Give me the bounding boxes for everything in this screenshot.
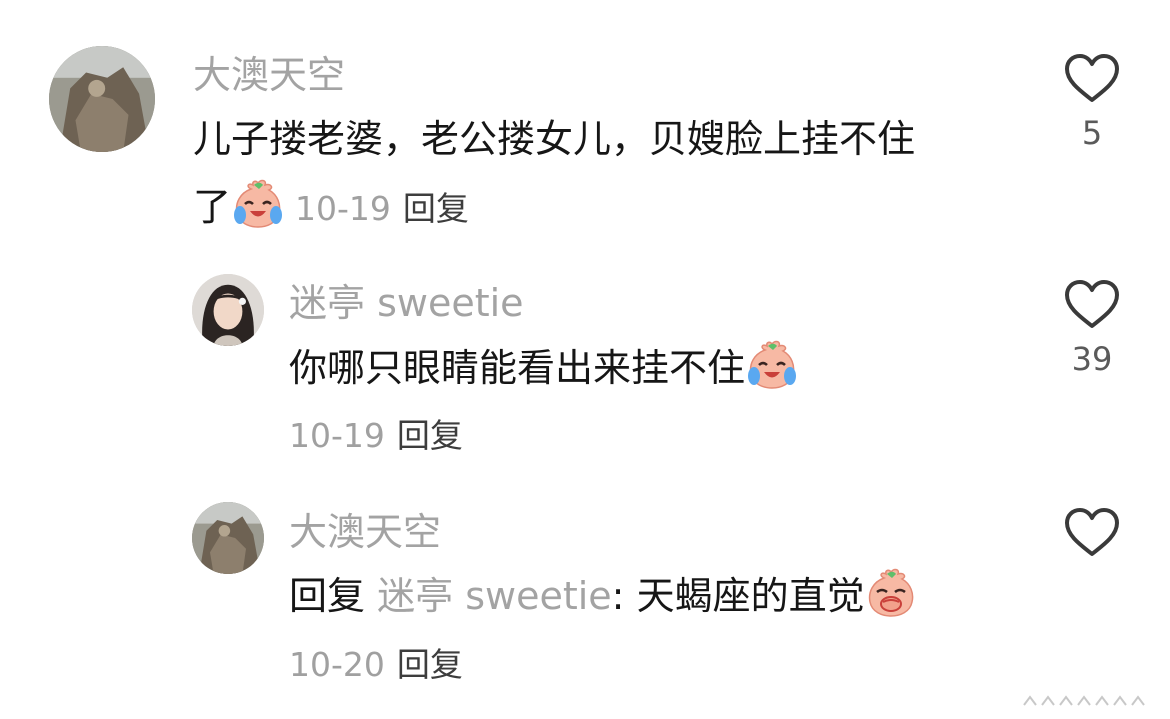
watermark-graphic xyxy=(1023,695,1145,706)
mention-link[interactable]: 迷亭 sweetie xyxy=(377,574,612,618)
comment-text-line: 天蝎座的直觉 xyxy=(636,574,865,618)
comment-username[interactable]: 大澳天空 xyxy=(289,510,441,554)
reply-prefix: 回复 xyxy=(289,574,366,618)
giggling-peach-emoji xyxy=(865,568,917,640)
comment-3: 大澳天空 回复 迷亭 sweetie: 天蝎座的直觉 10-20 回复 xyxy=(0,0,1170,719)
heart-icon[interactable] xyxy=(1064,508,1120,558)
comment-date: 10-20 xyxy=(289,645,385,684)
reply-button[interactable]: 回复 xyxy=(397,645,463,684)
like-control[interactable] xyxy=(1062,508,1122,558)
comment-text: 回复 迷亭 sweetie: 天蝎座的直觉 xyxy=(289,561,917,640)
avatar-statue-image xyxy=(192,502,264,574)
comment-meta: 10-20 回复 xyxy=(289,645,463,685)
avatar[interactable] xyxy=(192,502,264,574)
reply-separator: : xyxy=(611,574,637,618)
